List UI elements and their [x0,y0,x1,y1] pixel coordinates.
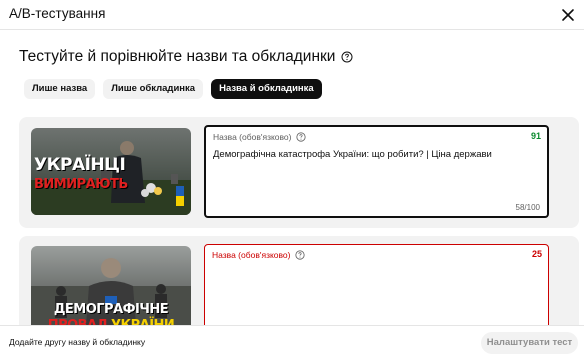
thumbnail-1[interactable]: УКРАЇНЦІ ВИМИРАЮТЬ [31,128,191,215]
title-field-2-label: Назва (обов'язково) [212,250,305,260]
add-variant-link[interactable]: Додайте другу назву й обкладинку [9,337,145,347]
help-icon[interactable] [294,250,305,260]
tab-thumbnail-only[interactable]: Лише обкладинка [103,79,204,99]
tab-title-only[interactable]: Лише назва [24,79,96,99]
title-score-1: 91 [530,131,541,141]
dialog-title: А/В-тестування [9,6,106,21]
dialog-footer: Додайте другу назву й обкладинку Налашту… [0,325,584,358]
tab-title-and-thumbnail[interactable]: Назва й обкладинка [211,79,322,99]
dialog-header: А/В-тестування [0,0,584,30]
variant-card-1: УКРАЇНЦІ ВИМИРАЮТЬ Назва (обов'язково) 9… [19,117,579,228]
help-icon[interactable] [341,51,353,63]
close-icon[interactable] [558,5,578,25]
title-value-1[interactable]: Демографічна катастрофа України: що роби… [213,149,537,160]
page-headline: Тестуйте й порівнюйте назви та обкладинк… [19,48,353,66]
thumbnail-1-subheadline: ВИМИРАЮТЬ [34,177,128,192]
mode-tabs: Лише назва Лише обкладинка Назва й обкла… [24,79,322,99]
variant-card-2: ДЕМОГРАФІЧНЕ ПРОВАЛ УКРАЇНИ Назва (обов'… [19,236,579,338]
title-field-1-label: Назва (обов'язково) [213,132,306,142]
title-field-2[interactable]: Назва (обов'язково) 25 [204,244,549,336]
title-field-1[interactable]: Назва (обов'язково) 91 Демографічна ката… [204,125,549,218]
setup-test-button[interactable]: Налаштувати тест [481,332,578,354]
thumbnail-2-headline: ДЕМОГРАФІЧНЕ [53,302,169,317]
headline-text: Тестуйте й порівнюйте назви та обкладинк… [19,48,336,65]
help-icon[interactable] [295,132,306,142]
thumbnail-1-headline: УКРАЇНЦІ [34,155,126,175]
character-counter-1: 58/100 [515,203,540,212]
title-score-2: 25 [531,249,542,259]
